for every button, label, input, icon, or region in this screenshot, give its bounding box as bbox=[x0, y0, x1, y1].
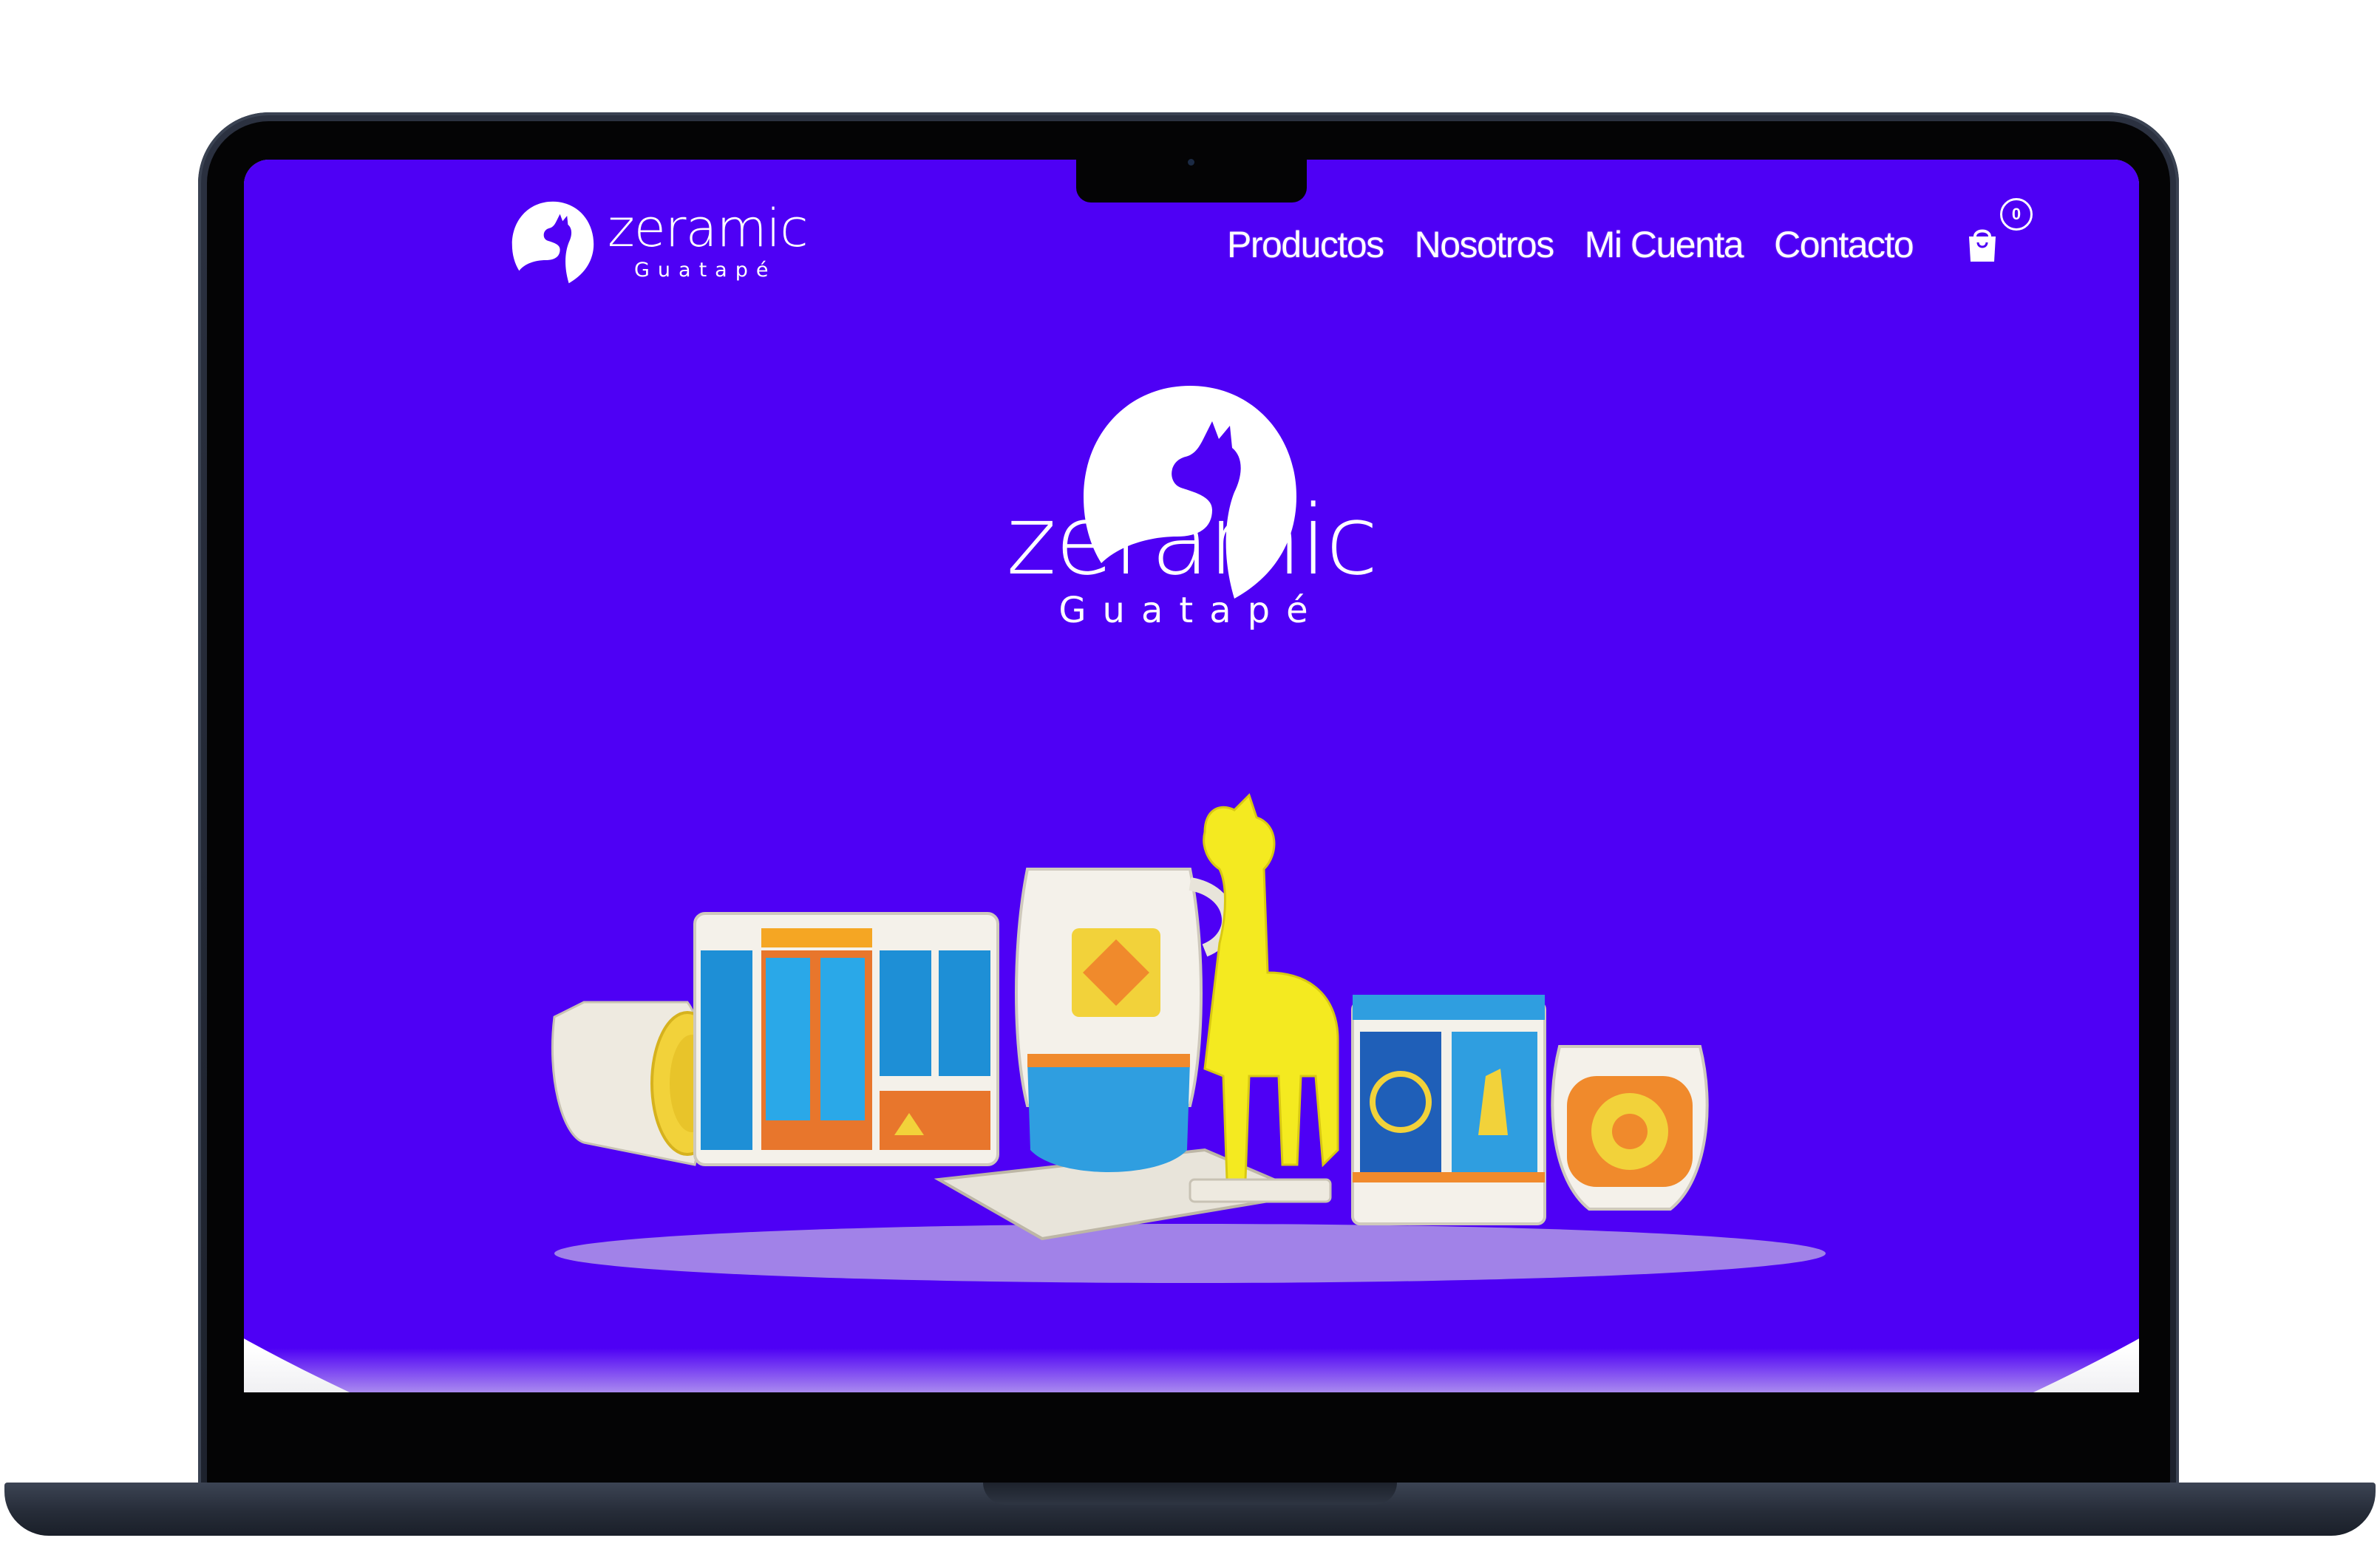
ceramic-small-cup bbox=[1551, 1045, 1709, 1211]
nav-contacto[interactable]: Contacto bbox=[1774, 223, 1914, 266]
llama-logo-icon bbox=[511, 201, 594, 284]
camera-icon bbox=[1188, 159, 1194, 166]
hero-brand-location: Guatapé bbox=[1058, 590, 1325, 631]
nav-mi-cuenta[interactable]: Mi Cuenta bbox=[1585, 223, 1744, 266]
laptop-base-groove bbox=[983, 1483, 1397, 1505]
ceramic-products-image bbox=[551, 793, 1826, 1283]
header-logo[interactable]: zeramic Guatapé bbox=[509, 180, 809, 291]
shopping-bag-icon bbox=[1969, 229, 1996, 262]
cart-button[interactable]: 0 bbox=[1962, 198, 2043, 272]
header-logo-location: Guatapé bbox=[634, 259, 777, 282]
website-screen: zeramic Guatapé Productos Nosotros Mi Cu… bbox=[244, 160, 2139, 1392]
ceramic-house-box bbox=[693, 912, 999, 1166]
laptop-mockup: zeramic Guatapé Productos Nosotros Mi Cu… bbox=[0, 0, 2380, 1552]
nav-productos[interactable]: Productos bbox=[1227, 223, 1384, 266]
hero-brand-wordmark: zeramic bbox=[1006, 484, 1378, 596]
main-nav: Productos Nosotros Mi Cuenta Contacto bbox=[1227, 223, 1914, 266]
yellow-llama-figurine bbox=[1189, 793, 1339, 1203]
header-logo-wordmark: zeramic bbox=[608, 198, 809, 259]
cart-count-badge: 0 bbox=[2000, 198, 2033, 231]
nav-nosotros[interactable]: Nosotros bbox=[1415, 223, 1555, 266]
hero-bottom-fade bbox=[244, 1348, 2139, 1392]
ceramic-square-box bbox=[1351, 995, 1546, 1225]
ceramic-mug bbox=[1015, 868, 1235, 1172]
